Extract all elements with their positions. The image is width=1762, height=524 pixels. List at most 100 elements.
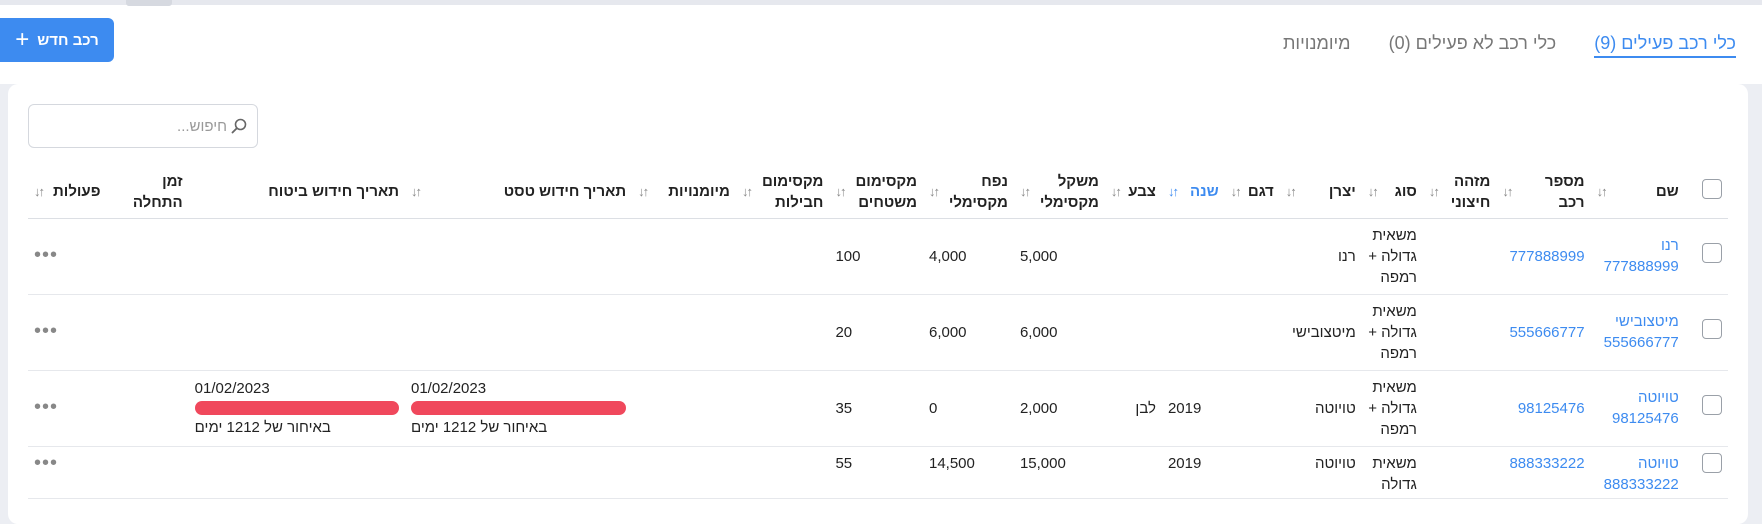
col-year[interactable]: שנה ↑↓	[1161, 166, 1225, 219]
max-volume-cell: 6,000	[922, 294, 1014, 371]
sort-icon[interactable]: ↑↓	[742, 181, 753, 202]
year-cell: 2019	[1161, 446, 1225, 499]
col-type[interactable]: סוג ↑↓	[1361, 166, 1423, 219]
more-actions-icon[interactable]: •••	[34, 244, 58, 266]
select-all-checkbox[interactable]	[1702, 178, 1722, 199]
sort-icon[interactable]: ↑↓	[1429, 181, 1440, 202]
tab-skills[interactable]: מיומנויות	[1283, 33, 1351, 58]
table-row[interactable]: טויוטה 888333222 888333222 משאית גדולה ט…	[28, 446, 1728, 499]
sort-icon[interactable]: ↑↓	[638, 181, 649, 202]
max-area-cell: 35	[829, 370, 923, 447]
max-packages-cell	[735, 370, 830, 447]
overdue-text: באיחור של 1212 ימים	[194, 419, 331, 436]
row-checkbox[interactable]	[1702, 452, 1722, 473]
col-color[interactable]: צבע ↑↓	[1104, 166, 1162, 219]
sort-icon[interactable]: ↑↓	[929, 181, 940, 202]
row-checkbox[interactable]	[1702, 243, 1722, 263]
col-external-id[interactable]: מזהה חיצוני ↑↓	[1422, 166, 1497, 219]
col-model[interactable]: דגם ↑↓	[1224, 166, 1280, 219]
table-header-row: שם ↑↓ מספר רכב ↑↓ מזהה חיצוני ↑↓ סוג ↑↓ יצרן…	[28, 166, 1728, 219]
vehicle-name-link[interactable]: טויוטה 98125476	[1590, 370, 1685, 447]
sort-icon[interactable]: ↑↓	[1368, 181, 1379, 202]
sort-icon[interactable]: ↑↓	[1020, 181, 1031, 202]
select-all-cell	[1684, 166, 1728, 219]
col-max-packages[interactable]: מקסימום חבילות ↑↓	[735, 166, 830, 219]
manufacturer-cell: טויוטה	[1279, 370, 1362, 447]
new-vehicle-label: רכב חדש	[37, 31, 99, 49]
search-box[interactable]: חיפוש...	[28, 104, 258, 148]
col-test-renewal[interactable]: תאריך חידוש טסט ↑↓	[404, 166, 633, 219]
max-packages-cell	[735, 294, 830, 371]
vehicle-tabs: כלי רכב פעילים (9) כלי רכב לא פעילים (0)…	[1283, 33, 1736, 58]
col-max-area[interactable]: מקסימום משטחים ↑↓	[829, 166, 923, 219]
col-max-weight[interactable]: משקל מקסימלי ↑↓	[1013, 166, 1105, 219]
search-icon	[231, 118, 247, 134]
row-checkbox[interactable]	[1702, 395, 1722, 415]
vehicle-number-link[interactable]: 98125476	[1496, 370, 1591, 447]
sort-icon[interactable]: ↑↓	[1502, 181, 1513, 202]
vehicle-name-link[interactable]: מיטצובישי 555666777	[1590, 294, 1685, 371]
vehicle-name-link[interactable]: רנו 777888999	[1590, 218, 1685, 295]
col-manufacturer[interactable]: יצרן ↑↓	[1279, 166, 1362, 219]
col-vehicle-number[interactable]: מספר רכב ↑↓	[1496, 166, 1591, 219]
sort-icon[interactable]: ↑↓	[411, 181, 422, 202]
tab-inactive-vehicles[interactable]: כלי רכב לא פעילים (0)	[1389, 33, 1557, 58]
max-area-cell: 55	[829, 446, 923, 499]
color-cell	[1104, 218, 1162, 295]
external-id-cell	[1422, 294, 1497, 371]
sort-icon[interactable]: ↑↓	[1597, 181, 1608, 202]
max-weight-cell: 5,000	[1013, 218, 1105, 295]
sort-icon[interactable]: ↑↓	[1231, 181, 1242, 202]
sort-icon[interactable]: ↑↓	[1168, 181, 1179, 202]
sort-icon[interactable]: ↑↓	[835, 181, 846, 202]
col-insurance-renewal[interactable]: תאריך חידוש ביטוח	[188, 166, 405, 219]
more-actions-icon[interactable]: •••	[34, 452, 58, 474]
year-cell	[1161, 218, 1225, 295]
vehicle-number-link[interactable]: 777888999	[1496, 218, 1591, 295]
model-cell	[1224, 218, 1280, 295]
col-skills[interactable]: מיומנויות ↑↓	[632, 166, 736, 219]
col-name[interactable]: שם ↑↓	[1590, 166, 1685, 219]
vehicle-number-link[interactable]: 555666777	[1496, 294, 1591, 371]
max-volume-cell: 0	[922, 370, 1014, 447]
new-vehicle-button[interactable]: רכב חדש +	[0, 18, 114, 62]
vehicles-table: שם ↑↓ מספר רכב ↑↓ מזהה חיצוני ↑↓ סוג ↑↓ יצרן…	[28, 166, 1728, 499]
sort-icon[interactable]: ↑↓	[34, 181, 45, 202]
start-time-cell	[106, 370, 189, 447]
type-cell: משאית גדולה + רמפה	[1361, 218, 1423, 295]
manufacturer-cell: טויוטה	[1279, 446, 1362, 499]
skills-cell	[632, 446, 736, 499]
external-id-cell	[1422, 446, 1497, 499]
col-actions: פעולות ↑↓	[28, 166, 107, 219]
sort-icon[interactable]: ↑↓	[1286, 181, 1297, 202]
start-time-cell	[106, 218, 189, 295]
model-cell	[1224, 370, 1280, 447]
col-max-volume[interactable]: נפח מקסימלי ↑↓	[922, 166, 1014, 219]
table-row[interactable]: רנו 777888999 777888999 משאית גדולה + רמ…	[28, 218, 1728, 295]
row-checkbox[interactable]	[1702, 319, 1722, 339]
sort-icon[interactable]: ↑↓	[1111, 181, 1122, 202]
type-cell: משאית גדולה	[1361, 446, 1423, 499]
vehicle-number-link[interactable]: 888333222	[1496, 446, 1591, 499]
top-bar: רכב חדש + כלי רכב פעילים (9) כלי רכב לא …	[0, 0, 1762, 84]
insurance-renewal-date: 01/02/2023	[194, 380, 270, 397]
col-start-time[interactable]: זמן התחלה	[106, 166, 189, 219]
type-cell: משאית גדולה + רמפה	[1361, 370, 1423, 447]
more-actions-icon[interactable]: •••	[34, 396, 58, 418]
insurance-renewal-cell	[188, 446, 405, 499]
external-id-cell	[1422, 370, 1497, 447]
tab-active-vehicles[interactable]: כלי רכב פעילים (9)	[1594, 33, 1736, 58]
more-actions-icon[interactable]: •••	[34, 320, 58, 342]
vehicle-name-link[interactable]: טויוטה 888333222	[1590, 446, 1685, 499]
plus-icon: +	[15, 26, 30, 53]
table-row[interactable]: מיטצובישי 555666777 555666777 משאית גדול…	[28, 294, 1728, 371]
overdue-text: באיחור של 1212 ימים	[410, 419, 548, 436]
search-input[interactable]: חיפוש...	[177, 118, 227, 135]
insurance-renewal-cell	[188, 218, 405, 295]
skills-cell	[632, 294, 736, 371]
table-row[interactable]: טויוטה 98125476 98125476 משאית גדולה + ר…	[28, 370, 1728, 447]
type-cell: משאית גדולה + רמפה	[1361, 294, 1423, 371]
max-volume-cell: 4,000	[922, 218, 1014, 295]
max-weight-cell: 2,000	[1013, 370, 1105, 447]
color-cell	[1104, 446, 1162, 499]
